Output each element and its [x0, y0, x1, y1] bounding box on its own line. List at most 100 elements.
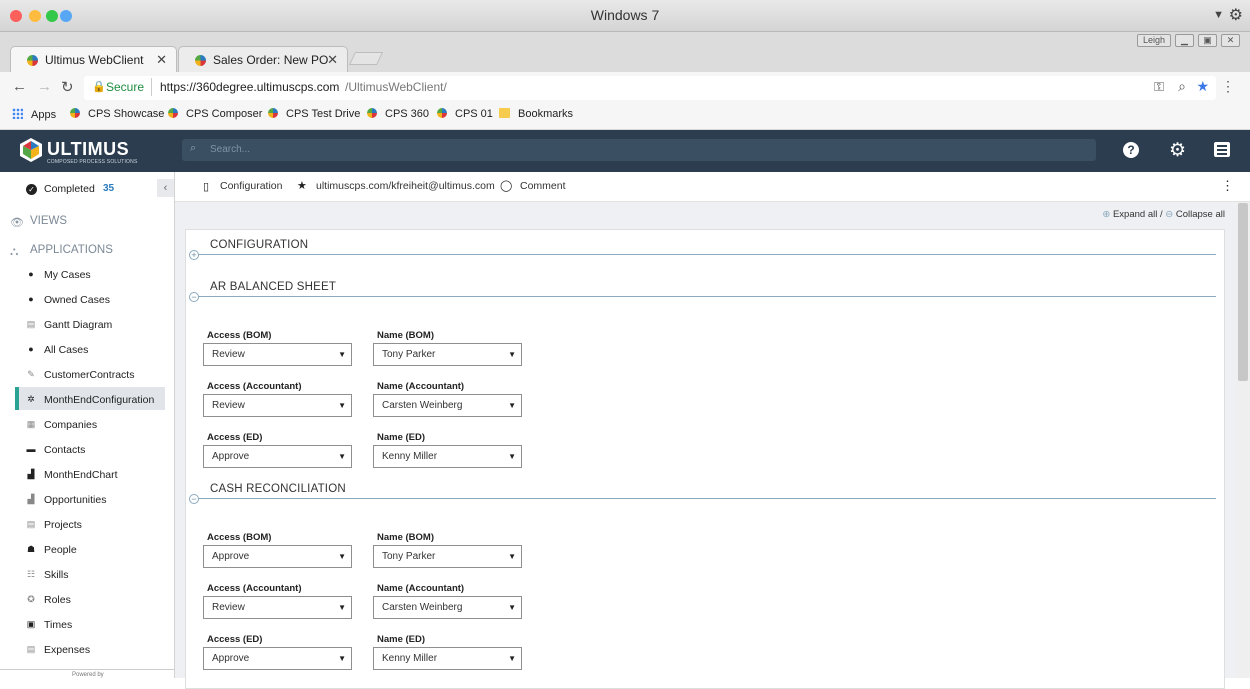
reload-icon[interactable]: ↻	[61, 78, 74, 96]
close-icon[interactable]: ✕	[327, 52, 338, 68]
expand-all-link[interactable]: Expand all	[1113, 209, 1157, 220]
sidebar-item-month-end-configuration[interactable]: MonthEndConfiguration	[44, 394, 154, 406]
views-heading[interactable]: VIEWS	[30, 215, 67, 227]
configuration-panel: CONFIGURATION + AR BALANCED SHEET − Acce…	[185, 229, 1225, 689]
collapse-all-link[interactable]: Collapse all	[1176, 209, 1225, 220]
close-icon[interactable]: ✕	[1221, 34, 1240, 47]
address-bar[interactable]: 🔒 Secure https://360degree.ultimuscps.co…	[84, 76, 1216, 100]
user-label[interactable]: ultimuscps.com/kfreiheit@ultimus.com	[316, 180, 495, 192]
bookmark-cps-01[interactable]: CPS 01	[437, 108, 493, 120]
applications-heading[interactable]: APPLICATIONS	[30, 244, 113, 256]
back-arrow-icon[interactable]: ←	[12, 78, 27, 95]
scrollbar-thumb[interactable]	[1238, 203, 1248, 381]
ultimus-logo-icon[interactable]	[18, 137, 44, 163]
comment-button[interactable]: Comment	[520, 180, 566, 192]
forward-arrow-icon[interactable]: →	[37, 78, 52, 95]
section-title[interactable]: CONFIGURATION	[210, 239, 308, 251]
menu-list-icon[interactable]	[1214, 142, 1230, 157]
access-accountant-select[interactable]: Review ▼	[203, 394, 352, 417]
section-title[interactable]: CASH RECONCILIATION	[210, 483, 346, 495]
sidebar-item-gantt-diagram[interactable]: Gantt Diagram	[44, 319, 112, 331]
bookmark-cps-360[interactable]: CPS 360	[367, 108, 429, 120]
sidebar-item-roles[interactable]: Roles	[44, 594, 71, 606]
access-accountant-select[interactable]: Review ▼	[203, 596, 352, 619]
section-title[interactable]: AR BALANCED SHEET	[210, 281, 336, 293]
access-ed-select[interactable]: Approve ▼	[203, 445, 352, 468]
settings-gear-icon[interactable]: ⚙	[1169, 139, 1186, 162]
gantt-icon: ▤	[26, 319, 36, 329]
user-badge[interactable]: Leigh	[1137, 34, 1171, 47]
os-title-bar: Windows 7 ▼ ⚙	[0, 0, 1250, 32]
name-accountant-select[interactable]: Carsten Weinberg ▼	[373, 394, 522, 417]
sidebar-item-people[interactable]: People	[44, 544, 77, 556]
access-bom-select[interactable]: Review ▼	[203, 343, 352, 366]
expand-collapse-controls: ⊕ Expand all / ⊖ Collapse all	[1102, 209, 1225, 220]
sidebar-item-skills[interactable]: Skills	[44, 569, 69, 581]
select-value: Tony Parker	[382, 349, 436, 360]
expand-section-icon[interactable]: +	[189, 250, 199, 260]
sidebar-item-companies[interactable]: Companies	[44, 419, 97, 431]
divider	[0, 669, 174, 670]
sidebar-item-contacts[interactable]: Contacts	[44, 444, 85, 456]
search-input[interactable]: ⌕ Search...	[182, 139, 1096, 161]
collapse-section-icon[interactable]: −	[189, 494, 199, 504]
expenses-icon: ▤	[26, 644, 36, 654]
new-tab-button[interactable]	[348, 52, 384, 65]
bookmark-cps-test-drive[interactable]: CPS Test Drive	[268, 108, 360, 120]
gear-icon[interactable]: ⚙	[1229, 5, 1243, 25]
tab-ultimus-webclient[interactable]: Ultimus WebClient ✕	[10, 46, 177, 72]
bookmark-label: Apps	[31, 109, 57, 121]
chevron-down-icon: ▼	[508, 350, 516, 359]
minimize-icon[interactable]: ▁	[1175, 34, 1194, 47]
chevron-down-icon: ▼	[338, 350, 346, 359]
configuration-label[interactable]: Configuration	[220, 180, 282, 192]
sidebar-item-customer-contracts[interactable]: CustomerContracts	[44, 369, 134, 381]
collapse-sidebar-icon[interactable]: ‹	[157, 179, 174, 197]
dropdown-arrow-icon[interactable]: ▼	[1213, 9, 1224, 21]
sidebar-item-expenses[interactable]: Expenses	[44, 644, 90, 656]
restore-icon[interactable]: ▣	[1198, 34, 1217, 47]
bookmark-label: CPS 01	[455, 108, 493, 120]
ultimus-favicon-icon	[437, 108, 447, 118]
help-icon[interactable]: ?	[1123, 142, 1139, 158]
collapse-section-icon[interactable]: −	[189, 292, 199, 302]
bookmark-folder[interactable]: Bookmarks	[499, 108, 573, 120]
apps-grid-icon	[12, 108, 23, 119]
sidebar-item-times[interactable]: Times	[44, 619, 72, 631]
case-toolbar: ▯ Configuration ★ ultimuscps.com/kfreihe…	[175, 172, 1250, 202]
more-options-icon[interactable]: ⋮	[1221, 178, 1234, 194]
name-accountant-select[interactable]: Carsten Weinberg ▼	[373, 596, 522, 619]
completed-count: 35	[103, 183, 115, 194]
bookmark-cps-composer[interactable]: CPS Composer	[168, 108, 262, 120]
star-icon[interactable]: ★	[1196, 78, 1209, 95]
bookmark-apps[interactable]: Apps	[12, 108, 56, 121]
access-ed-select[interactable]: Approve ▼	[203, 647, 352, 670]
sidebar-item-month-end-chart[interactable]: MonthEndChart	[44, 469, 118, 481]
name-bom-select[interactable]: Tony Parker ▼	[373, 545, 522, 568]
comment-icon: ◯	[500, 180, 513, 192]
browser-menu-icon[interactable]: ⋮	[1221, 78, 1235, 95]
close-icon[interactable]: ✕	[156, 52, 167, 68]
sidebar-item-all-cases[interactable]: All Cases	[44, 344, 88, 356]
key-icon[interactable]: ⚿	[1154, 79, 1164, 95]
zoom-icon[interactable]: ⌕	[1178, 78, 1186, 95]
bookmark-label: Bookmarks	[518, 108, 574, 120]
completed-label[interactable]: Completed	[44, 183, 95, 195]
chevron-down-icon: ▼	[338, 654, 346, 663]
chevron-down-icon: ▼	[508, 401, 516, 410]
name-ed-select[interactable]: Kenny Miller ▼	[373, 647, 522, 670]
times-icon: ▣	[26, 619, 36, 629]
applications-icon: ⛬	[10, 244, 19, 258]
search-icon: ⌕	[190, 142, 197, 154]
name-ed-select[interactable]: Kenny Miller ▼	[373, 445, 522, 468]
sidebar-item-opportunities[interactable]: Opportunities	[44, 494, 106, 506]
sidebar-item-owned-cases[interactable]: Owned Cases	[44, 294, 110, 306]
name-bom-select[interactable]: Tony Parker ▼	[373, 343, 522, 366]
sidebar-item-my-cases[interactable]: My Cases	[44, 269, 91, 281]
case-icon: ●	[28, 294, 34, 304]
bookmark-cps-showcase[interactable]: CPS Showcase	[70, 108, 164, 120]
tab-sales-order[interactable]: Sales Order: New PO ✕	[178, 46, 348, 72]
sidebar-item-projects[interactable]: Projects	[44, 519, 82, 531]
chevron-down-icon: ▼	[338, 452, 346, 461]
access-bom-select[interactable]: Approve ▼	[203, 545, 352, 568]
